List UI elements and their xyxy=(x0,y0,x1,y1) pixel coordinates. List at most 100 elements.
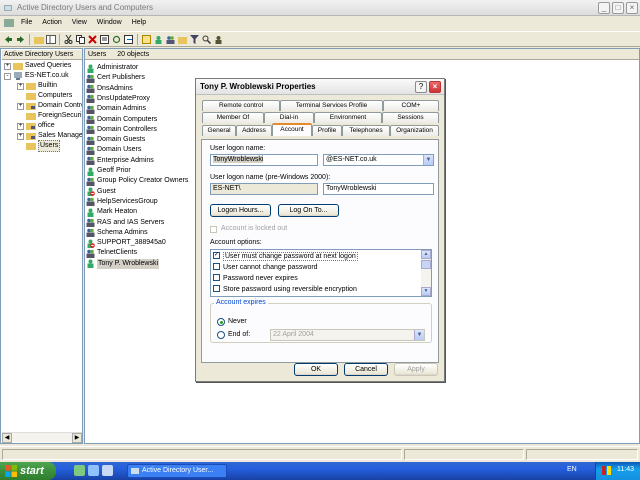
option-password-never-expires[interactable]: Password never expires xyxy=(213,273,298,284)
taskbar-item-aduc[interactable]: Active Directory User... xyxy=(127,464,227,478)
dialog-close-button[interactable]: × xyxy=(429,81,441,93)
options-scrollbar[interactable]: ▲ ▼ xyxy=(421,250,431,296)
list-item[interactable]: Domain Controllers xyxy=(86,125,157,135)
expires-never-radio[interactable] xyxy=(217,318,225,326)
up-folder-icon[interactable] xyxy=(33,34,44,45)
tab-dial-in[interactable]: Dial-in xyxy=(264,112,314,123)
list-item[interactable]: Domain Guests xyxy=(86,135,145,145)
tab-organization[interactable]: Organization xyxy=(390,125,439,136)
tree-node-domain-controllers[interactable]: + Domain Contro xyxy=(17,101,82,111)
new-group-icon[interactable] xyxy=(165,34,176,45)
list-item[interactable]: Domain Computers xyxy=(86,115,157,125)
list-item[interactable]: SUPPORT_388945a0 xyxy=(86,238,166,248)
scroll-left-icon[interactable]: ◀ xyxy=(2,433,12,443)
tree-expander[interactable]: + xyxy=(17,102,24,110)
tab-remote-control[interactable]: Remote control xyxy=(202,100,280,111)
apply-button[interactable]: Apply xyxy=(394,363,438,376)
list-item[interactable]: DnsUpdateProxy xyxy=(86,94,150,104)
expiry-date-picker[interactable]: 22 April 2004 ▼ xyxy=(270,329,425,341)
window-titlebar[interactable]: Active Directory Users and Computers _ □… xyxy=(0,0,640,16)
tree-node-office[interactable]: + office xyxy=(17,121,55,131)
expires-end-of-radio[interactable] xyxy=(217,331,225,339)
account-options-list[interactable]: ✓ User must change password at next logon… xyxy=(210,249,432,297)
list-item[interactable]: Administrator xyxy=(86,63,138,73)
start-button[interactable]: start xyxy=(0,462,56,480)
must-change-checkbox[interactable]: ✓ xyxy=(213,251,220,259)
log-on-to-button[interactable]: Log On To... xyxy=(278,204,339,217)
tab-com-plus[interactable]: COM+ xyxy=(383,100,439,111)
list-item[interactable]: Tony P. Wroblewski xyxy=(86,258,160,269)
list-item[interactable]: Mark Heaton xyxy=(86,207,137,217)
tab-sessions[interactable]: Sessions xyxy=(382,112,439,123)
reversible-encryption-checkbox[interactable] xyxy=(213,284,220,292)
pre2000-logon-field[interactable]: TonyWroblewski xyxy=(323,183,434,195)
logon-hours-button[interactable]: Logon Hours... xyxy=(210,204,271,217)
upn-suffix-dropdown[interactable]: @ES-NET.co.uk ▼ xyxy=(323,154,434,166)
scroll-up-icon[interactable]: ▲ xyxy=(421,250,431,259)
tab-member-of[interactable]: Member Of xyxy=(202,112,264,123)
option-cannot-change-password[interactable]: User cannot change password xyxy=(213,262,318,273)
tab-profile[interactable]: Profile xyxy=(312,125,342,136)
refresh-icon[interactable] xyxy=(111,34,122,45)
tree-node-computers[interactable]: Computers xyxy=(26,91,72,101)
internet-explorer-icon[interactable] xyxy=(88,465,99,476)
list-item[interactable]: RAS and IAS Servers xyxy=(86,218,164,228)
logon-name-field[interactable]: TonyWroblewski xyxy=(210,154,318,166)
new-ou-icon[interactable] xyxy=(177,34,188,45)
export-icon[interactable] xyxy=(123,34,134,45)
new-user-icon[interactable] xyxy=(153,34,164,45)
tree-expander[interactable]: + xyxy=(17,122,24,130)
scroll-right-icon[interactable]: ▶ xyxy=(72,433,82,443)
maximize-button[interactable]: □ xyxy=(612,2,624,14)
tab-terminal-services-profile[interactable]: Terminal Services Profile xyxy=(280,100,383,111)
close-button[interactable]: × xyxy=(626,2,638,14)
list-item[interactable]: Guest xyxy=(86,187,116,197)
filter-icon[interactable] xyxy=(189,34,200,45)
tree-expander[interactable]: + xyxy=(17,132,24,140)
add-to-group-icon[interactable] xyxy=(213,34,224,45)
list-item[interactable]: Domain Users xyxy=(86,145,141,155)
list-item[interactable]: Group Policy Creator Owners xyxy=(86,176,188,186)
tray-icon[interactable] xyxy=(602,466,611,475)
never-expires-checkbox[interactable] xyxy=(213,273,220,281)
dialog-titlebar[interactable]: Tony P. Wroblewski Properties ? × xyxy=(196,79,444,95)
tree-node-users[interactable]: Users xyxy=(26,140,61,152)
list-item[interactable]: Cert Publishers xyxy=(86,73,145,83)
tab-telephones[interactable]: Telephones xyxy=(342,125,390,136)
tree-expander[interactable]: + xyxy=(17,82,24,90)
delete-icon[interactable] xyxy=(87,34,98,45)
list-item[interactable]: Schema Admins xyxy=(86,228,148,238)
back-icon[interactable] xyxy=(3,34,14,45)
cannot-change-checkbox[interactable] xyxy=(213,262,220,270)
tab-environment[interactable]: Environment xyxy=(314,112,382,123)
tab-general[interactable]: General xyxy=(202,125,236,136)
tab-account[interactable]: Account xyxy=(272,123,312,136)
cancel-button[interactable]: Cancel xyxy=(344,363,388,376)
show-tree-icon[interactable] xyxy=(45,34,56,45)
minimize-button[interactable]: _ xyxy=(598,2,610,14)
chevron-down-icon[interactable]: ▼ xyxy=(414,330,424,340)
tree-node-foreign-security[interactable]: ForeignSecuri xyxy=(26,111,82,121)
tree-horizontal-scrollbar[interactable]: ◀ ▶ xyxy=(2,432,82,443)
console-tree-pane[interactable]: Active Directory Users + Saved Queries -… xyxy=(0,48,83,444)
option-must-change-password[interactable]: ✓ User must change password at next logon xyxy=(213,251,358,262)
list-item[interactable]: Enterprise Admins xyxy=(86,156,154,166)
menu-help[interactable]: Help xyxy=(127,17,151,30)
forward-icon[interactable] xyxy=(15,34,26,45)
menu-action[interactable]: Action xyxy=(37,17,66,30)
option-reversible-encryption[interactable]: Store password using reversible encrypti… xyxy=(213,284,357,295)
list-item[interactable]: TelnetClients xyxy=(86,248,137,258)
list-item[interactable]: HelpServicesGroup xyxy=(86,197,158,207)
list-item[interactable]: Domain Admins xyxy=(86,104,146,114)
show-desktop-icon[interactable] xyxy=(74,465,85,476)
help-button[interactable]: ? xyxy=(415,81,427,93)
tree-node-builtin[interactable]: + Builtin xyxy=(17,81,57,91)
menu-window[interactable]: Window xyxy=(92,17,127,30)
scroll-thumb[interactable] xyxy=(421,260,431,269)
locked-out-checkbox[interactable] xyxy=(210,226,217,233)
list-item[interactable]: Geoff Prior xyxy=(86,166,131,176)
scroll-down-icon[interactable]: ▼ xyxy=(421,287,431,296)
menu-view[interactable]: View xyxy=(67,17,92,30)
language-indicator[interactable]: EN xyxy=(567,466,577,473)
tree-node-saved-queries[interactable]: + Saved Queries xyxy=(4,61,71,71)
